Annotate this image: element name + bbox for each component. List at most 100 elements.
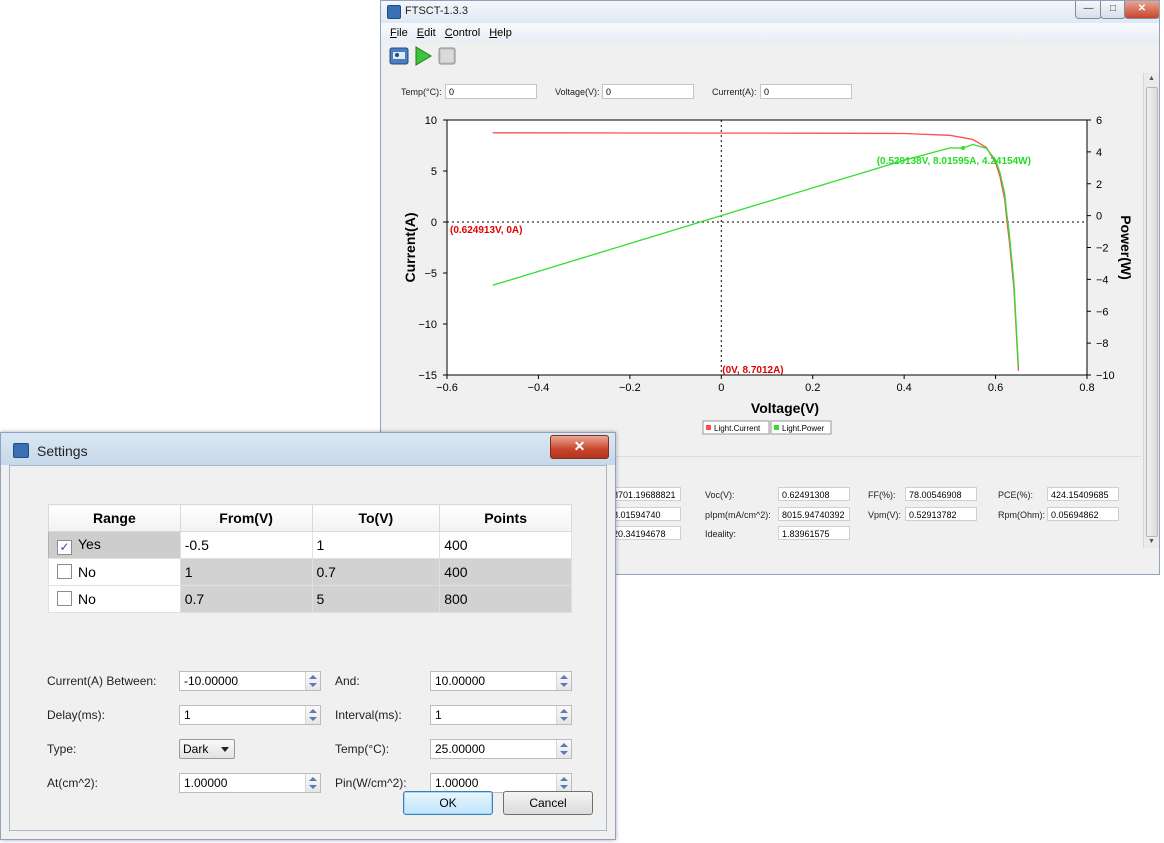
cancel-button[interactable]: Cancel [503, 791, 593, 815]
x-tick-label: 0 [718, 382, 724, 394]
plpm-value: 8015.94740392 [778, 507, 850, 521]
vpm-value: 0.52913782 [905, 507, 977, 521]
temp-setting-value: 25.00000 [435, 742, 486, 756]
to-cell[interactable]: 1 [311, 531, 441, 559]
voltage-field[interactable]: 0 [602, 84, 694, 99]
spin-arrows-icon[interactable] [305, 672, 320, 690]
dialog-title: Settings [37, 443, 88, 459]
current-field[interactable]: 0 [760, 84, 852, 99]
x-axis-label: Voltage(V) [751, 400, 819, 416]
x-tick-label: 0.8 [1079, 382, 1094, 394]
x-tick-label: 0.4 [896, 382, 911, 394]
range-cell[interactable]: No [48, 585, 181, 613]
minimize-button[interactable]: — [1075, 1, 1102, 19]
y2-tick-label: 4 [1096, 147, 1102, 159]
annotation-mpp: (0.529138V, 8.01595A, 4.24154W) [877, 156, 1031, 167]
scroll-thumb[interactable] [1146, 87, 1158, 537]
temp-field[interactable]: 0 [445, 84, 537, 99]
vertical-scrollbar[interactable]: ▲ ▼ [1143, 73, 1159, 548]
checkbox-icon[interactable] [57, 564, 72, 579]
col-header-range[interactable]: Range [48, 504, 181, 532]
play-icon[interactable] [413, 46, 433, 66]
col-header-to[interactable]: To(V) [311, 504, 441, 532]
interval-stepper[interactable]: 1 [430, 705, 572, 725]
delay-stepper[interactable]: 1 [179, 705, 321, 725]
current-min-value: -10.00000 [184, 674, 239, 688]
points-cell[interactable]: 800 [439, 585, 572, 613]
type-value: Dark [183, 742, 209, 756]
table-row[interactable]: No 0.7 5 800 [48, 585, 572, 613]
stop-icon[interactable] [437, 46, 457, 66]
x-tick-label: −0.4 [528, 382, 550, 394]
pin-stepper[interactable]: 1.00000 [430, 773, 572, 793]
ideality-label: Ideality: [705, 529, 737, 539]
range-cell[interactable]: ✓ Yes [48, 531, 181, 559]
close-button[interactable]: ✕ [1124, 1, 1159, 19]
spin-arrows-icon[interactable] [305, 774, 320, 792]
y-tick-label: −10 [418, 319, 437, 331]
checkbox-checked-icon[interactable]: ✓ [57, 539, 72, 555]
legend-swatch-power [774, 425, 779, 430]
y2-tick-label: −6 [1096, 306, 1109, 318]
type-select[interactable]: Dark [179, 739, 235, 759]
pin-value: 1.00000 [435, 776, 479, 790]
from-cell[interactable]: 0.7 [179, 585, 313, 613]
to-cell[interactable]: 0.7 [311, 558, 441, 586]
pin-label: Pin(W/cm^2): [335, 776, 407, 790]
ff-label: FF(%): [868, 490, 896, 500]
pce-value: 424.15409685 [1047, 487, 1119, 501]
x-tick-label: 0.2 [805, 382, 820, 394]
ff-value: 78.00546908 [905, 487, 977, 501]
area-label: At(cm^2): [47, 776, 98, 790]
x-tick-label: −0.6 [436, 382, 458, 394]
from-cell[interactable]: -0.5 [179, 531, 313, 559]
x-tick-label: −0.2 [619, 382, 641, 394]
range-value: Yes [78, 535, 101, 552]
from-cell[interactable]: 1 [179, 558, 313, 586]
spin-arrows-icon[interactable] [556, 774, 571, 792]
menu-file[interactable]: File [390, 27, 408, 39]
x-tick-label: 0.6 [988, 382, 1003, 394]
checkbox-icon[interactable] [57, 591, 72, 606]
temp-stepper[interactable]: 25.00000 [430, 739, 572, 759]
chevron-down-icon [221, 747, 229, 752]
points-cell[interactable]: 400 [439, 531, 572, 559]
y2-tick-label: 2 [1096, 179, 1102, 191]
annotation-voc: (0.624913V, 0A) [450, 225, 522, 236]
maximize-button[interactable]: □ [1100, 1, 1126, 19]
temp-setting-label: Temp(°C): [335, 742, 390, 756]
menu-edit[interactable]: Edit [417, 27, 436, 39]
range-table: Range From(V) To(V) Points ✓ Yes -0.5 1 4… [48, 504, 572, 613]
scroll-down-icon[interactable]: ▼ [1147, 538, 1156, 546]
pce-label: PCE(%): [998, 490, 1034, 500]
interval-value: 1 [435, 708, 442, 722]
table-row[interactable]: No 1 0.7 400 [48, 558, 572, 586]
y2-tick-label: −8 [1096, 338, 1109, 350]
table-row[interactable]: ✓ Yes -0.5 1 400 [48, 531, 572, 559]
dialog-close-button[interactable]: ✕ [550, 435, 609, 459]
spin-arrows-icon[interactable] [556, 740, 571, 758]
to-cell[interactable]: 5 [311, 585, 441, 613]
col-header-points[interactable]: Points [439, 504, 572, 532]
device-icon[interactable] [389, 46, 409, 66]
spin-arrows-icon[interactable] [556, 706, 571, 724]
y-tick-label: 10 [425, 115, 437, 127]
ok-button[interactable]: OK [403, 791, 493, 815]
current-max-stepper[interactable]: 10.00000 [430, 671, 572, 691]
current-between-label: Current(A) Between: [47, 674, 157, 688]
menu-control[interactable]: Control [445, 27, 480, 39]
area-stepper[interactable]: 1.00000 [179, 773, 321, 793]
scroll-up-icon[interactable]: ▲ [1147, 75, 1156, 83]
points-cell[interactable]: 400 [439, 558, 572, 586]
and-label: And: [335, 674, 360, 688]
range-cell[interactable]: No [48, 558, 181, 586]
current-min-stepper[interactable]: -10.00000 [179, 671, 321, 691]
spin-arrows-icon[interactable] [305, 706, 320, 724]
delay-label: Delay(ms): [47, 708, 106, 722]
spin-arrows-icon[interactable] [556, 672, 571, 690]
toolbar [381, 43, 1159, 71]
col-header-from[interactable]: From(V) [179, 504, 313, 532]
menu-help[interactable]: Help [489, 27, 512, 39]
y2-tick-label: 6 [1096, 115, 1102, 127]
y-tick-label: −15 [418, 370, 437, 382]
